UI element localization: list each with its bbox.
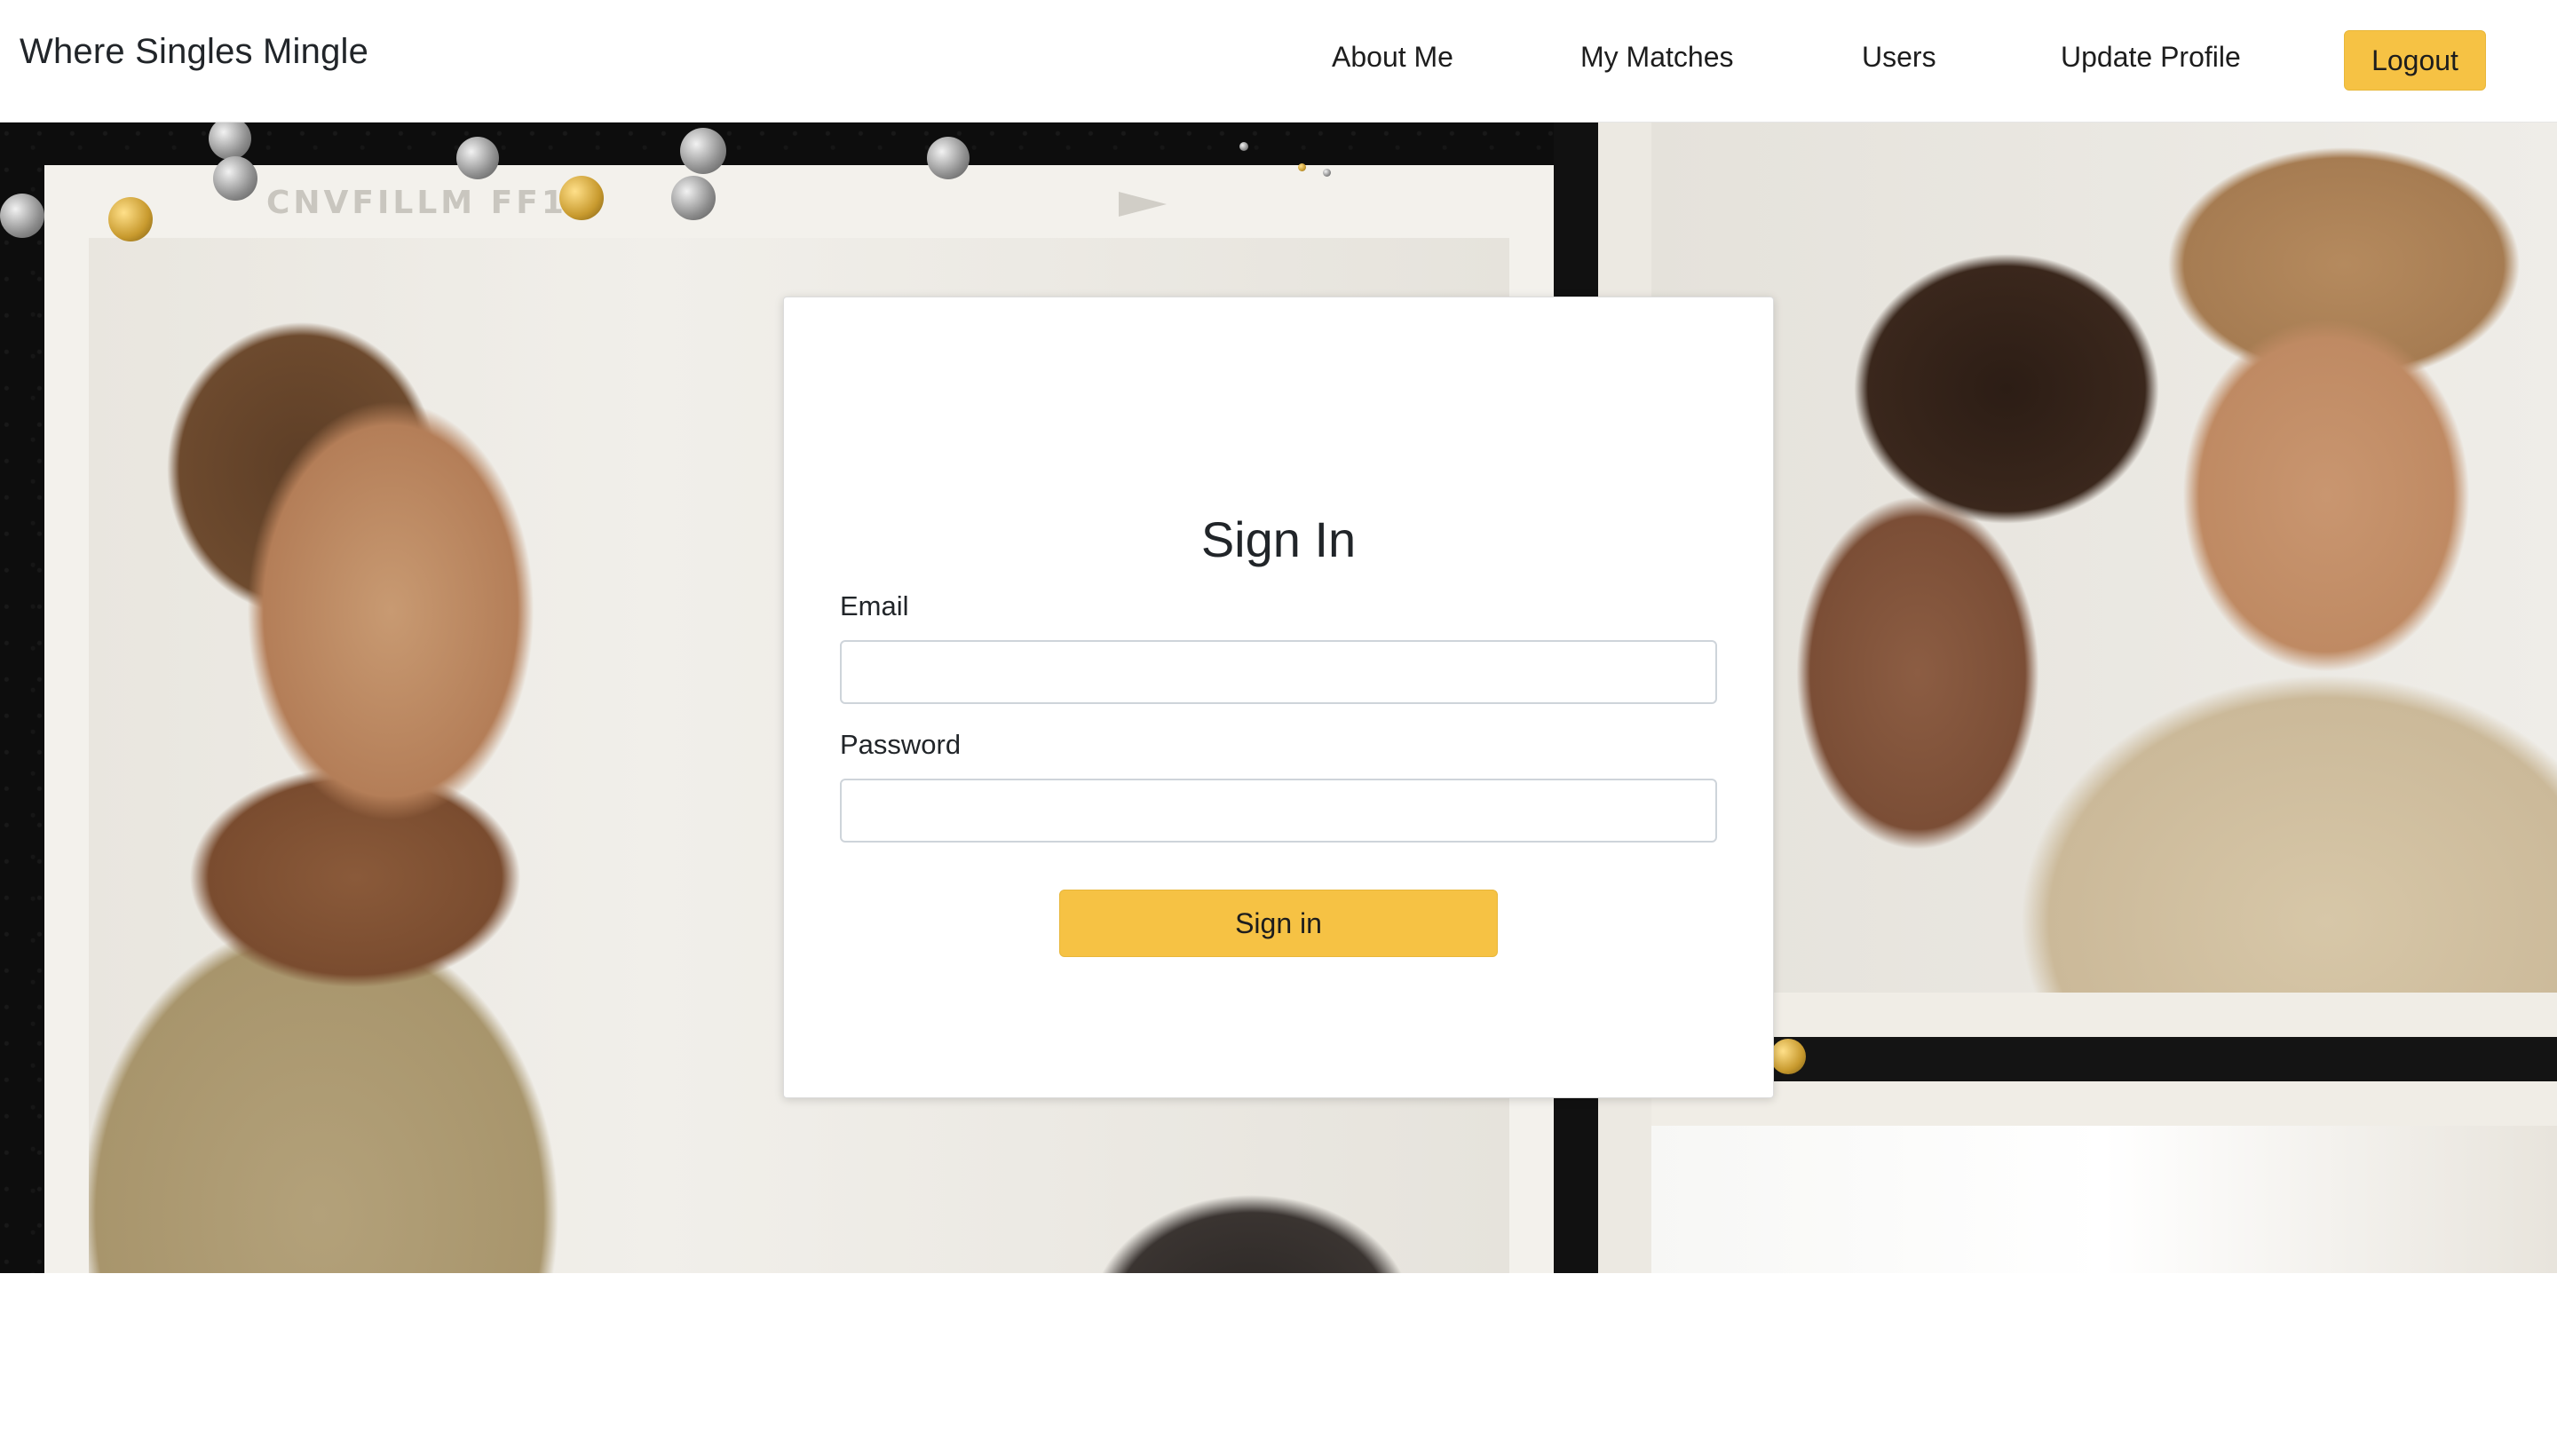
nav-link-my-matches[interactable]: My Matches [1580,41,1733,74]
email-field[interactable] [840,640,1717,704]
glitter-dot [671,176,716,220]
logout-button[interactable]: Logout [2344,30,2486,91]
glitter-dot [456,137,499,179]
nav-link-users[interactable]: Users [1862,41,1936,74]
signin-button[interactable]: Sign in [1059,890,1498,957]
film-arrow-icon [1119,192,1167,217]
film-edge-text: CNVFILLM FF1 [266,185,567,221]
signin-title: Sign In [1200,511,1357,567]
signin-card: Sign In Email Password Sign in [783,297,1774,1098]
glitter-dot [1239,142,1248,151]
email-label: Email [840,590,909,621]
glitter-dot [680,128,726,174]
glitter-dot [1323,169,1331,177]
glitter-dot [559,176,604,220]
glitter-dot [927,137,970,179]
glitter-dot [0,194,44,238]
nav-link-about-me[interactable]: About Me [1332,41,1453,74]
glitter-dot [108,197,153,241]
photo-room-interior [1651,1126,2557,1273]
photo-couple-embrace [1651,123,2557,993]
glitter-dot [1298,163,1306,171]
nav-links: About Me My Matches Users Update Profile [0,0,2557,122]
photo-jacket-detail [1003,1142,1447,1273]
glitter-dot [213,156,257,201]
password-label: Password [840,729,962,760]
glitter-dot [1770,1039,1806,1074]
top-navbar: Where Singles Mingle About Me My Matches… [0,0,2557,123]
nav-link-update-profile[interactable]: Update Profile [2061,41,2241,74]
password-field[interactable] [840,779,1717,843]
